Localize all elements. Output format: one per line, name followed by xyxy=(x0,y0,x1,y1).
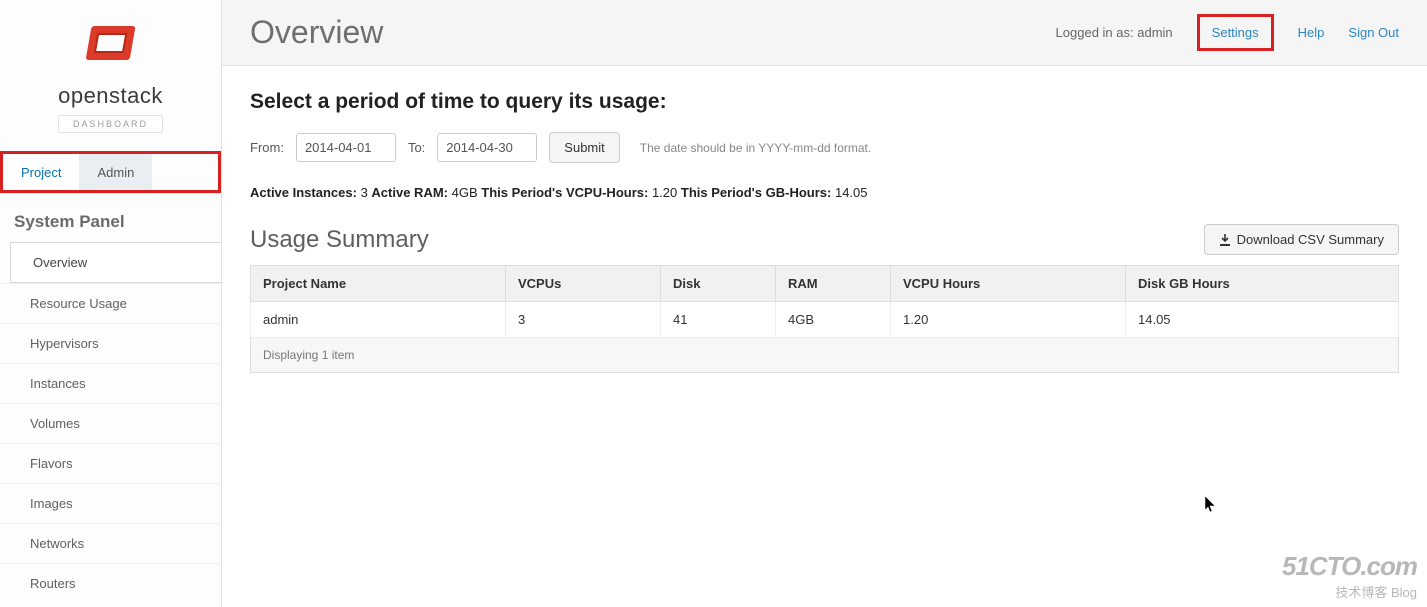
vcpu-hours-label: This Period's VCPU-Hours: xyxy=(481,185,648,200)
content: Select a period of time to query its usa… xyxy=(222,66,1427,397)
help-link[interactable]: Help xyxy=(1298,25,1325,40)
gb-hours-value: 14.05 xyxy=(835,185,868,200)
panel-title: System Panel xyxy=(0,193,221,242)
table-footer: Displaying 1 item xyxy=(250,338,1399,373)
project-admin-tabs: Project Admin xyxy=(0,151,221,193)
tab-admin[interactable]: Admin xyxy=(79,154,152,190)
nav-item-overview[interactable]: Overview xyxy=(10,242,221,283)
usage-table: Project Name VCPUs Disk RAM VCPU Hours D… xyxy=(250,265,1399,338)
nav-item-volumes[interactable]: Volumes xyxy=(0,403,221,443)
brand-block: openstack DASHBOARD xyxy=(0,0,221,141)
nav-item-networks[interactable]: Networks xyxy=(0,523,221,563)
col-disk[interactable]: Disk xyxy=(661,266,776,302)
settings-link[interactable]: Settings xyxy=(1212,25,1259,40)
sign-out-link[interactable]: Sign Out xyxy=(1348,25,1399,40)
openstack-logo-icon xyxy=(81,18,141,70)
active-ram-label: Active RAM: xyxy=(371,185,448,200)
active-instances-value: 3 xyxy=(361,185,368,200)
vcpu-hours-value: 1.20 xyxy=(652,185,677,200)
cell-disk: 41 xyxy=(661,302,776,338)
brand-name: openstack xyxy=(10,83,211,109)
download-icon xyxy=(1219,234,1231,246)
logged-in-label: Logged in as: admin xyxy=(1056,25,1173,40)
col-project-name[interactable]: Project Name xyxy=(251,266,506,302)
gb-hours-label: This Period's GB-Hours: xyxy=(681,185,831,200)
page-title: Overview xyxy=(250,14,383,51)
cell-project: admin xyxy=(251,302,506,338)
main: Overview Logged in as: admin Settings He… xyxy=(222,0,1427,607)
current-user: admin xyxy=(1137,25,1172,40)
to-label: To: xyxy=(408,140,425,155)
col-vcpu-hours[interactable]: VCPU Hours xyxy=(891,266,1126,302)
nav-item-instances[interactable]: Instances xyxy=(0,363,221,403)
date-hint: The date should be in YYYY-mm-dd format. xyxy=(640,141,871,155)
col-vcpus[interactable]: VCPUs xyxy=(506,266,661,302)
topbar: Overview Logged in as: admin Settings He… xyxy=(222,0,1427,66)
nav-list: Overview Resource Usage Hypervisors Inst… xyxy=(0,242,221,603)
nav-item-routers[interactable]: Routers xyxy=(0,563,221,603)
col-disk-gb-hours[interactable]: Disk GB Hours xyxy=(1126,266,1399,302)
cell-vcpu-hours: 1.20 xyxy=(891,302,1126,338)
sidebar: openstack DASHBOARD Project Admin System… xyxy=(0,0,222,607)
download-csv-button[interactable]: Download CSV Summary xyxy=(1204,224,1399,255)
summary-header: Usage Summary Download CSV Summary xyxy=(250,224,1399,255)
summary-title: Usage Summary xyxy=(250,226,429,254)
brand-badge: DASHBOARD xyxy=(58,115,163,133)
topbar-right: Logged in as: admin Settings Help Sign O… xyxy=(1056,14,1399,51)
download-csv-label: Download CSV Summary xyxy=(1237,232,1384,247)
cell-ram: 4GB xyxy=(776,302,891,338)
cell-disk-gb-hours: 14.05 xyxy=(1126,302,1399,338)
tab-project[interactable]: Project xyxy=(3,154,79,190)
active-ram-value: 4GB xyxy=(452,185,478,200)
nav-item-images[interactable]: Images xyxy=(0,483,221,523)
nav-item-resource-usage[interactable]: Resource Usage xyxy=(0,283,221,323)
nav-item-hypervisors[interactable]: Hypervisors xyxy=(0,323,221,363)
date-form: From: To: Submit The date should be in Y… xyxy=(250,132,1399,163)
stats-line: Active Instances: 3 Active RAM: 4GB This… xyxy=(250,185,1399,200)
from-date-input[interactable] xyxy=(296,133,396,162)
query-heading: Select a period of time to query its usa… xyxy=(250,90,1399,114)
active-instances-label: Active Instances: xyxy=(250,185,357,200)
from-label: From: xyxy=(250,140,284,155)
cell-vcpus: 3 xyxy=(506,302,661,338)
nav-item-flavors[interactable]: Flavors xyxy=(0,443,221,483)
settings-highlight: Settings xyxy=(1197,14,1274,51)
submit-button[interactable]: Submit xyxy=(549,132,619,163)
table-row[interactable]: admin 3 41 4GB 1.20 14.05 xyxy=(251,302,1399,338)
to-date-input[interactable] xyxy=(437,133,537,162)
col-ram[interactable]: RAM xyxy=(776,266,891,302)
table-header-row: Project Name VCPUs Disk RAM VCPU Hours D… xyxy=(251,266,1399,302)
